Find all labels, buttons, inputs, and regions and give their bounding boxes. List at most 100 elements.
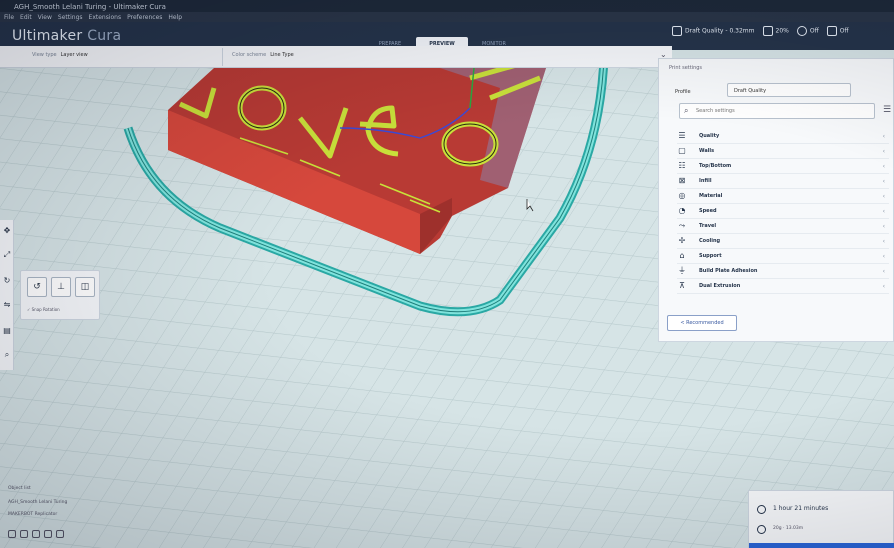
color-scheme-value: Line Type bbox=[270, 52, 294, 58]
infill-summary-label: 20% bbox=[775, 27, 789, 35]
object-list: Object list AGH_Smooth Lelani Turing MAK… bbox=[4, 482, 114, 544]
support-summary[interactable]: Off bbox=[796, 26, 819, 36]
category-quality-label: Quality bbox=[699, 133, 720, 139]
recommended-button[interactable]: < Recommended bbox=[667, 315, 737, 331]
divider bbox=[222, 48, 223, 66]
chevron-left-icon: ‹ bbox=[882, 252, 885, 260]
infill-icon: ⊠ bbox=[678, 176, 686, 185]
print-estimate-panel: 1 hour 21 minutes 20g · 13.03m bbox=[748, 490, 894, 548]
logo-main: Ultimaker bbox=[12, 28, 83, 44]
category-infill[interactable]: ⊠ Infill ‹ bbox=[677, 174, 889, 189]
support-icon bbox=[796, 26, 807, 36]
chevron-left-icon: ‹ bbox=[882, 207, 885, 215]
print-time: 1 hour 21 minutes bbox=[773, 505, 829, 512]
category-top-bottom-label: Top/Bottom bbox=[699, 163, 732, 169]
logo-sub: Cura bbox=[87, 28, 122, 44]
chevron-left-icon: ‹ bbox=[882, 177, 885, 185]
mirror-tool-icon[interactable]: ⇋ bbox=[2, 300, 12, 310]
copy-icon[interactable] bbox=[20, 530, 28, 538]
category-travel[interactable]: ⤳ Travel ‹ bbox=[677, 219, 889, 234]
spool-icon bbox=[757, 525, 766, 534]
support-icon: ⌂ bbox=[679, 251, 685, 260]
travel-icon: ⤳ bbox=[678, 221, 686, 230]
print-setup-summary[interactable]: Draft Quality - 0.32mm 20% Off Off bbox=[672, 26, 849, 36]
category-build-plate-adhesion-label: Build Plate Adhesion bbox=[699, 268, 758, 274]
top-bottom-icon: ☷ bbox=[678, 161, 686, 170]
infill-summary[interactable]: 20% bbox=[762, 26, 789, 36]
category-top-bottom[interactable]: ☷ Top/Bottom ‹ bbox=[677, 159, 889, 174]
category-support[interactable]: ⌂ Support ‹ bbox=[677, 249, 889, 264]
color-scheme-label: Color scheme bbox=[232, 52, 267, 58]
category-cooling-label: Cooling bbox=[699, 238, 721, 244]
window-title: AGH_Smooth Lelani Turing - Ultimaker Cur… bbox=[14, 3, 166, 11]
category-quality[interactable]: ☰ Quality ‹ bbox=[677, 129, 889, 144]
settings-category-list: ☰ Quality ‹ ▢ Walls ‹ ☷ Top/Bottom ‹ ⊠ Infill ‹ … bbox=[677, 129, 889, 294]
category-speed-label: Speed bbox=[699, 208, 717, 214]
material-icon: ◎ bbox=[678, 191, 686, 200]
profile-label: Profile bbox=[675, 89, 691, 95]
category-infill-label: Infill bbox=[699, 178, 712, 184]
category-walls[interactable]: ▢ Walls ‹ bbox=[677, 144, 889, 159]
settings-search-box[interactable]: ⌕ bbox=[679, 103, 875, 119]
adhesion-summary-label: Off bbox=[839, 27, 849, 35]
quality-icon: ☰ bbox=[678, 131, 686, 140]
category-speed[interactable]: ◔ Speed ‹ bbox=[677, 204, 889, 219]
rotate-tool-panel: ↺ ⊥ ◫ ✓ Snap Rotation bbox=[20, 270, 100, 320]
walls-icon: ▢ bbox=[678, 146, 686, 155]
chevron-left-icon: ‹ bbox=[882, 192, 885, 200]
build-plate-adhesion-icon: ⏚ bbox=[678, 266, 686, 275]
open-icon[interactable] bbox=[32, 530, 40, 538]
per-model-settings-icon[interactable]: ▤ bbox=[2, 326, 12, 336]
chevron-left-icon: ‹ bbox=[882, 222, 885, 230]
settings-search-input[interactable] bbox=[696, 108, 866, 114]
chevron-left-icon: ‹ bbox=[882, 147, 885, 155]
ultimaker-cura-logo: Ultimaker Cura bbox=[12, 28, 121, 44]
view-options-bar: View type Layer view Color scheme Line Typ… bbox=[0, 46, 672, 68]
share-icon[interactable] bbox=[56, 530, 64, 538]
category-cooling[interactable]: ✢ Cooling ‹ bbox=[677, 234, 889, 249]
snap-rotation-checkbox[interactable]: ✓ Snap Rotation bbox=[27, 307, 60, 312]
save-icon[interactable] bbox=[44, 530, 52, 538]
move-tool-icon[interactable]: ✥ bbox=[2, 226, 12, 236]
quality-summary-label: Draft Quality - 0.32mm bbox=[685, 27, 755, 35]
slice-button[interactable] bbox=[749, 543, 894, 548]
clock-icon bbox=[757, 505, 766, 514]
category-build-plate-adhesion[interactable]: ⏚ Build Plate Adhesion ‹ bbox=[677, 264, 889, 279]
profile-select[interactable]: Draft Quality bbox=[727, 83, 851, 97]
file-icon[interactable] bbox=[8, 530, 16, 538]
chevron-left-icon: ‹ bbox=[882, 267, 885, 275]
adhesion-icon bbox=[826, 26, 837, 36]
chevron-left-icon: ‹ bbox=[882, 237, 885, 245]
rotate-tool-icon[interactable]: ↻ bbox=[2, 276, 12, 286]
object-list-header[interactable]: Object list bbox=[8, 486, 31, 491]
left-toolbar: ✥ ⤢ ↻ ⇋ ▤ ⌕ bbox=[0, 220, 14, 370]
view-type-label: View type bbox=[32, 52, 57, 58]
material-estimate: 20g · 13.03m bbox=[773, 526, 804, 531]
category-material[interactable]: ◎ Material ‹ bbox=[677, 189, 889, 204]
lay-flat-button[interactable]: ⊥ bbox=[51, 277, 71, 297]
select-face-button[interactable]: ◫ bbox=[75, 277, 95, 297]
support-summary-label: Off bbox=[809, 27, 819, 35]
category-travel-label: Travel bbox=[699, 223, 717, 229]
color-scheme-select[interactable]: Color scheme Line Type bbox=[232, 52, 294, 58]
search-icon: ⌕ bbox=[684, 106, 689, 115]
category-material-label: Material bbox=[699, 193, 723, 199]
quality-summary[interactable]: Draft Quality - 0.32mm bbox=[672, 26, 755, 36]
scale-tool-icon[interactable]: ⤢ bbox=[2, 250, 12, 260]
cooling-icon: ✢ bbox=[678, 236, 686, 245]
object-list-item[interactable]: AGH_Smooth Lelani Turing bbox=[8, 500, 67, 505]
support-blocker-icon[interactable]: ⌕ bbox=[2, 350, 12, 360]
speed-icon: ◔ bbox=[678, 206, 686, 215]
category-dual-extrusion[interactable]: ⊼ Dual Extrusion ‹ bbox=[677, 279, 889, 294]
snap-rotation-label: Snap Rotation bbox=[31, 307, 60, 312]
view-type-value: Layer view bbox=[60, 52, 88, 58]
cura-window: AGH_Smooth Lelani Turing - Ultimaker Cur… bbox=[0, 0, 894, 548]
settings-menu-icon[interactable]: ☰ bbox=[883, 105, 891, 115]
adhesion-summary[interactable]: Off bbox=[826, 26, 849, 36]
chevron-left-icon: ‹ bbox=[882, 282, 885, 290]
reset-rotation-button[interactable]: ↺ bbox=[27, 277, 47, 297]
view-type-select[interactable]: View type Layer view bbox=[32, 52, 88, 58]
category-support-label: Support bbox=[699, 253, 722, 259]
chevron-left-icon: ‹ bbox=[882, 162, 885, 170]
dual-extrusion-icon: ⊼ bbox=[679, 281, 685, 290]
